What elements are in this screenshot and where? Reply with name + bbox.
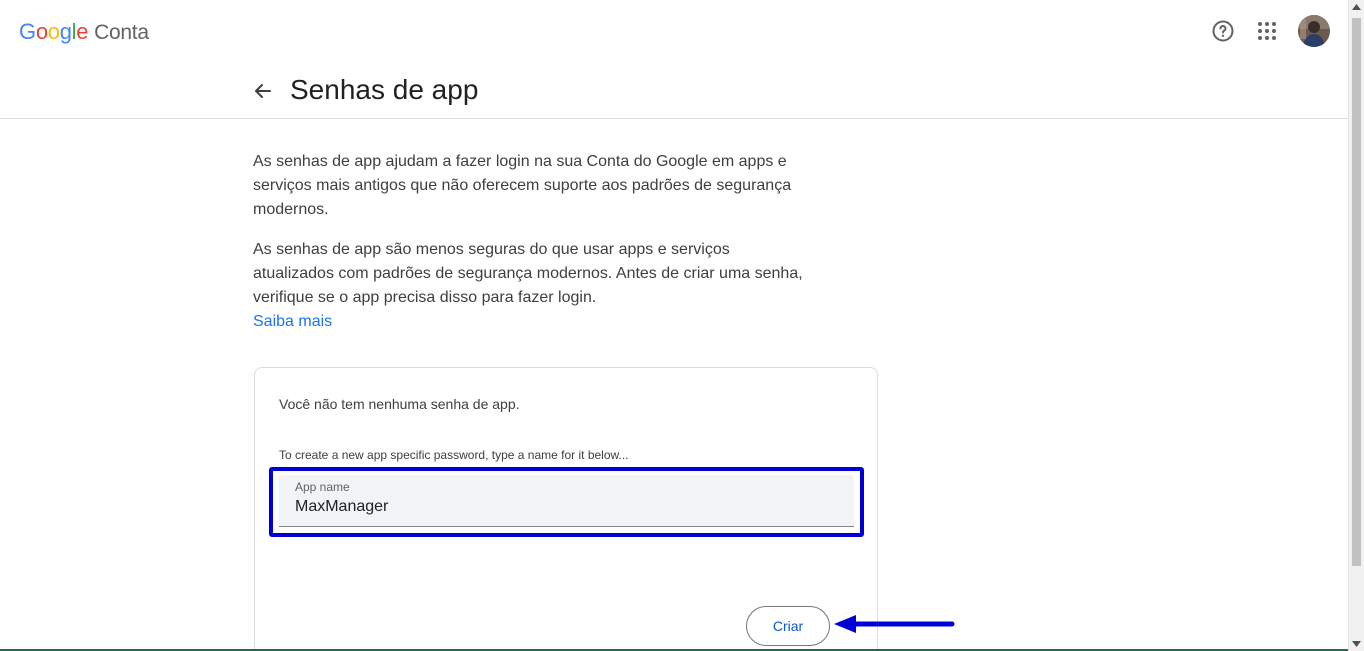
avatar[interactable]: [1298, 15, 1330, 47]
apps-grid-icon[interactable]: [1250, 14, 1284, 48]
create-hint: To create a new app specific password, t…: [279, 448, 629, 462]
description-paragraph: As senhas de app ajudam a fazer login na…: [253, 153, 792, 218]
app-name-field[interactable]: App name: [279, 475, 854, 527]
arrow-back-icon[interactable]: [248, 76, 278, 106]
top-bar: Google Conta: [0, 0, 1348, 64]
google-account-logo[interactable]: Google Conta: [19, 19, 149, 45]
page-title: Senhas de app: [290, 74, 479, 105]
annotation-arrow-icon: [834, 615, 955, 633]
scroll-up-icon[interactable]: [1352, 4, 1361, 10]
app-name-input[interactable]: [295, 495, 835, 519]
empty-state-message: Você não tem nenhuma senha de app.: [279, 396, 520, 412]
app-passwords-card: Você não tem nenhuma senha de app. To cr…: [254, 367, 878, 651]
page-header: Senhas de app: [0, 64, 1348, 119]
security-warning-paragraph: As senhas de app são menos seguras do qu…: [253, 241, 803, 306]
learn-more-link[interactable]: Saiba mais: [253, 310, 332, 334]
help-icon[interactable]: [1206, 14, 1240, 48]
product-name: Conta: [94, 21, 149, 44]
create-button[interactable]: Criar: [746, 606, 830, 646]
scrollbar[interactable]: [1348, 0, 1364, 651]
app-name-label: App name: [295, 480, 350, 494]
scroll-down-icon[interactable]: [1352, 641, 1361, 647]
scrollbar-thumb[interactable]: [1352, 18, 1361, 566]
google-wordmark: Google: [19, 19, 89, 44]
